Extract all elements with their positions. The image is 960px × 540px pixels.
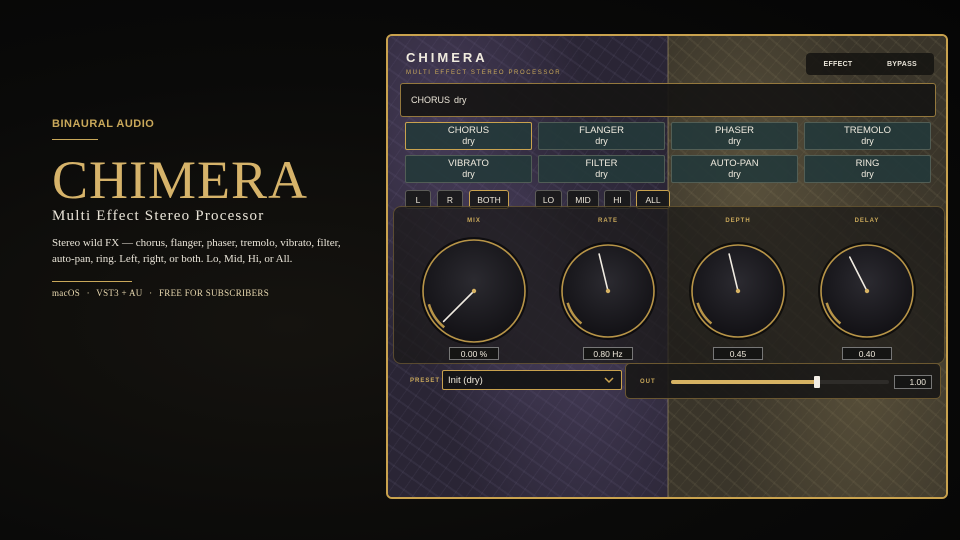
- output-label: OUT: [640, 379, 656, 385]
- delay-label: DELAY: [854, 218, 880, 224]
- output-slider-fill: [671, 380, 818, 384]
- depth-label: DEPTH: [725, 218, 751, 224]
- status-value: dry: [454, 95, 467, 105]
- promo-panel: BINAURAL AUDIO CHIMERA Multi Effect Ster…: [52, 118, 362, 298]
- mix-value[interactable]: 0.00 %: [449, 347, 499, 360]
- meta-separator: ·: [86, 288, 90, 298]
- product-title: CHIMERA: [52, 150, 309, 210]
- output-value[interactable]: 1.00: [894, 375, 932, 389]
- effect-button-auto-pan[interactable]: AUTO-PAN dry: [671, 155, 798, 183]
- status-effect: CHORUS: [411, 95, 451, 105]
- effect-button-vibrato[interactable]: VIBRATO dry: [405, 155, 532, 183]
- preset-value: Init (dry): [448, 374, 483, 386]
- brand-name: BINAURAL AUDIO: [52, 118, 155, 130]
- plugin-window: CHIMERA MULTI EFFECT STEREO PROCESSOR EF…: [386, 34, 948, 499]
- plugin-subtitle: MULTI EFFECT STEREO PROCESSOR: [406, 70, 562, 76]
- effect-button-ring[interactable]: RING dry: [804, 155, 931, 183]
- depth-value[interactable]: 0.45: [713, 347, 763, 360]
- chevron-down-icon: [604, 377, 614, 384]
- effect-value: dry: [595, 136, 608, 146]
- status-display: CHORUS dry: [400, 83, 936, 117]
- output-slider-thumb[interactable]: [814, 376, 821, 388]
- effect-name: FLANGER: [579, 125, 624, 136]
- effect-name: RING: [855, 158, 880, 169]
- bypass-mode-button[interactable]: BYPASS: [870, 53, 934, 75]
- knob-panel: MIX 0.00 % RATE 0.80 Hz DEPTH 0.45 DELAY…: [393, 206, 945, 364]
- preset-dropdown[interactable]: Init (dry): [442, 370, 622, 390]
- preset-label: PRESET: [410, 378, 441, 384]
- effect-value: dry: [861, 169, 874, 179]
- effect-name: PHASER: [714, 125, 755, 136]
- product-description: Stereo wild FX — chorus, flanger, phaser…: [52, 237, 341, 265]
- effect-button-phaser[interactable]: PHASER dry: [671, 122, 798, 150]
- effect-value: dry: [728, 136, 741, 146]
- product-subtitle: Multi Effect Stereo Processor: [52, 208, 265, 224]
- meta-platform: macOS: [52, 288, 80, 298]
- rate-value[interactable]: 0.80 Hz: [583, 347, 633, 360]
- effect-button-chorus[interactable]: CHORUS dry: [405, 122, 532, 150]
- effect-name: CHORUS: [447, 125, 490, 136]
- effect-value: dry: [462, 136, 475, 146]
- effect-button-tremolo[interactable]: TREMOLO dry: [804, 122, 931, 150]
- product-meta: macOS · VST3 + AU · FREE FOR SUBSCRIBERS: [52, 288, 362, 298]
- knob-center-dot: [735, 288, 741, 294]
- rate-knob[interactable]: [559, 237, 657, 345]
- effect-name: FILTER: [585, 158, 618, 169]
- depth-knob[interactable]: [689, 237, 787, 345]
- knob-center-dot: [864, 288, 870, 294]
- plugin-title: CHIMERA: [406, 50, 488, 65]
- effect-name: AUTO-PAN: [710, 158, 759, 169]
- effect-value: dry: [728, 169, 741, 179]
- mix-knob[interactable]: [417, 237, 531, 345]
- effect-grid: CHORUS dry FLANGER dry PHASER dry TREMOL…: [405, 122, 933, 183]
- meta-formats: VST3 + AU: [96, 288, 143, 298]
- output-slider[interactable]: [671, 376, 889, 388]
- effect-value: dry: [595, 169, 608, 179]
- effect-name: TREMOLO: [844, 125, 891, 136]
- brand-divider: [52, 139, 98, 140]
- knob-center-dot: [605, 288, 611, 294]
- delay-knob[interactable]: [818, 237, 916, 345]
- rate-label: RATE: [598, 218, 618, 224]
- meta-separator: ·: [149, 288, 153, 298]
- meta-availability: FREE FOR SUBSCRIBERS: [158, 288, 270, 298]
- mix-label: MIX: [467, 218, 481, 224]
- effect-value: dry: [861, 136, 874, 146]
- meta-divider: [52, 281, 132, 282]
- effect-value: dry: [462, 169, 475, 179]
- delay-value[interactable]: 0.40: [842, 347, 892, 360]
- effect-name: VIBRATO: [448, 158, 489, 169]
- effect-button-filter[interactable]: FILTER dry: [538, 155, 665, 183]
- effect-button-flanger[interactable]: FLANGER dry: [538, 122, 665, 150]
- output-panel: OUT 1.00: [625, 363, 941, 399]
- effect-mode-button[interactable]: EFFECT: [806, 53, 870, 75]
- mode-toggle: EFFECT BYPASS: [806, 53, 934, 75]
- knob-center-dot: [471, 288, 477, 294]
